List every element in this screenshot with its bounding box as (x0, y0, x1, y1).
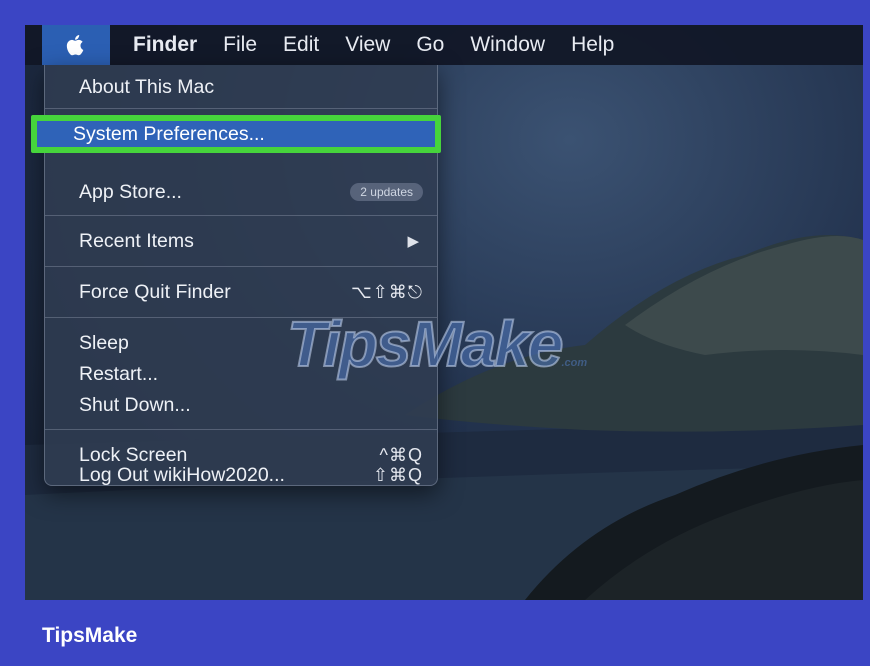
submenu-arrow-icon: ▶ (407, 233, 419, 250)
menu-item-app-store[interactable]: App Store... 2 updates (79, 178, 423, 206)
menu-item-label: System Preferences... (73, 123, 265, 145)
menubar-window[interactable]: Window (457, 33, 558, 57)
watermark-suffix: .com (561, 357, 588, 369)
menubar-help[interactable]: Help (558, 33, 627, 57)
menubar-edit[interactable]: Edit (270, 33, 332, 57)
footer-brand: TipsMake (42, 624, 138, 647)
menu-item-label: Log Out wikiHow2020... (79, 463, 285, 486)
menu-item-label: Sleep (79, 331, 129, 354)
menu-item-label: Restart... (79, 362, 159, 385)
menu-item-log-out[interactable]: Log Out wikiHow2020... ⇧⌘Q (79, 463, 423, 486)
menu-separator (45, 215, 437, 216)
shortcut-label: ⇧⌘Q (372, 464, 423, 485)
menubar-file[interactable]: File (210, 33, 270, 57)
menu-item-label: Force Quit Finder (79, 280, 231, 303)
menubar-view[interactable]: View (332, 33, 403, 57)
apple-icon (66, 35, 84, 56)
updates-badge: 2 updates (350, 183, 423, 201)
menu-item-system-preferences[interactable]: System Preferences... (31, 115, 441, 153)
desktop-screen: Finder File Edit View Go Window Help Abo… (25, 25, 863, 600)
menu-item-label: About This Mac (79, 75, 215, 98)
menu-item-label: Shut Down... (79, 393, 191, 416)
menu-item-shut-down[interactable]: Shut Down... (79, 391, 423, 419)
menubar-go[interactable]: Go (403, 33, 457, 57)
menu-separator (45, 266, 437, 267)
menu-separator (45, 108, 437, 109)
menu-item-force-quit[interactable]: Force Quit Finder ⌥⇧⌘⎋ (79, 278, 423, 306)
menu-separator (45, 429, 437, 430)
shortcut-label: ⌥⇧⌘⎋ (350, 281, 423, 302)
menu-bar: Finder File Edit View Go Window Help (25, 25, 863, 65)
menubar-finder[interactable]: Finder (120, 33, 210, 57)
watermark-logo: TipsMake.com (286, 307, 588, 381)
menu-item-label: App Store... (79, 180, 182, 203)
menu-item-recent-items[interactable]: Recent Items ▶ (79, 227, 423, 255)
menu-item-label: Recent Items (79, 229, 194, 252)
shortcut-label: ^⌘Q (379, 444, 423, 465)
apple-menu-button[interactable] (42, 25, 110, 65)
menu-item-about-this-mac[interactable]: About This Mac (79, 73, 423, 101)
watermark-text: TipsMake (286, 307, 564, 381)
